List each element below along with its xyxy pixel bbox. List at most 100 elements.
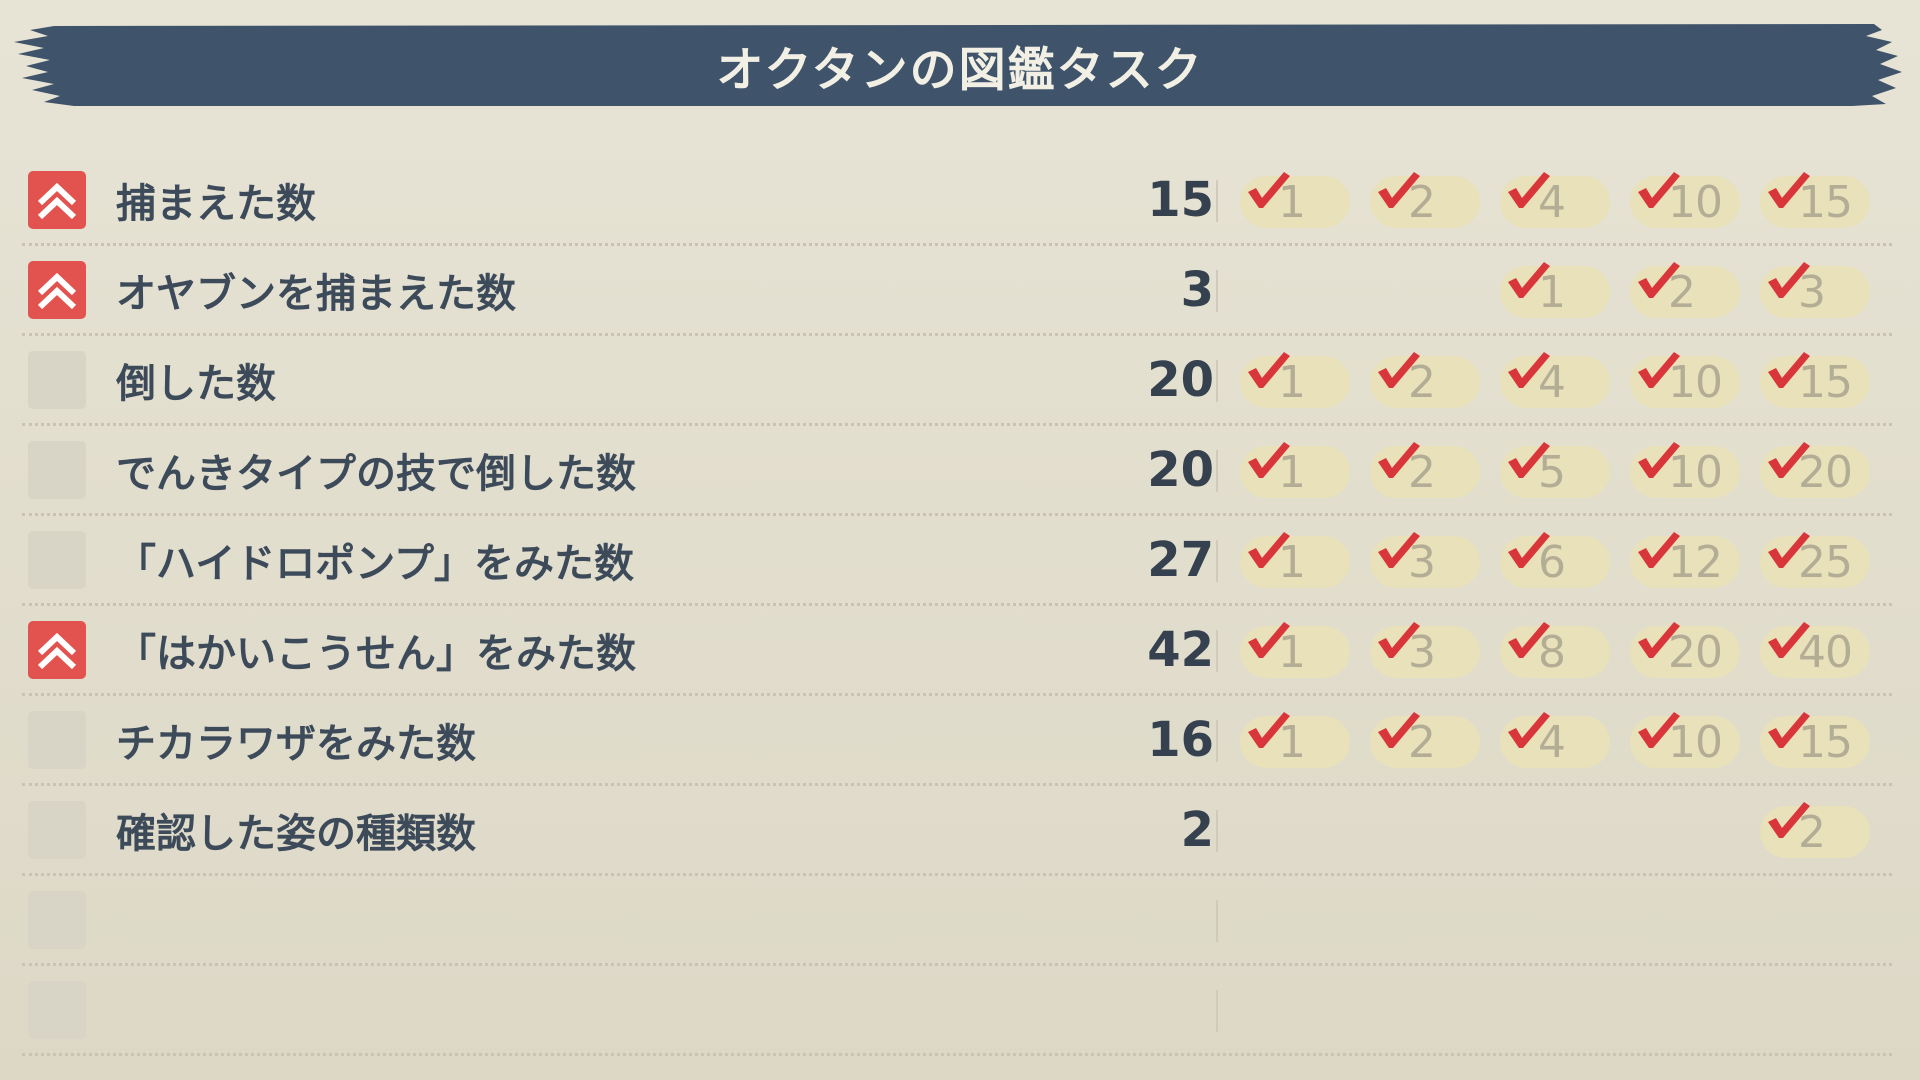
milestone-pill: 25 — [1760, 532, 1870, 588]
task-row[interactable]: 捕まえた数 15 1 2 4 10 15 — [22, 156, 1892, 246]
milestone-pill: 2 — [1370, 352, 1480, 408]
milestone-pill: 40 — [1760, 622, 1870, 678]
task-row[interactable]: でんきタイプの技で倒した数 20 1 2 5 10 20 — [22, 426, 1892, 516]
milestone-track: 2 — [1240, 786, 1892, 873]
task-label: 倒した数 — [116, 360, 276, 407]
task-count: 2 — [1180, 801, 1214, 858]
milestone-pill: 3 — [1370, 532, 1480, 588]
milestone-pill: 3 — [1760, 262, 1870, 318]
task-count: 15 — [1147, 171, 1214, 228]
milestone-track: 1 2 4 10 15 — [1240, 336, 1892, 423]
milestone-pill: 1 — [1240, 352, 1350, 408]
milestone-value: 25 — [1798, 536, 1853, 588]
milestone-value: 2 — [1798, 806, 1826, 858]
milestone-pill: 10 — [1630, 712, 1740, 768]
milestone-pill: 1 — [1240, 712, 1350, 768]
milestone-pill: 10 — [1630, 442, 1740, 498]
task-count — [982, 966, 1214, 1053]
milestone-track: 1 2 4 10 15 — [1240, 696, 1892, 783]
milestone-value: 1 — [1278, 716, 1306, 768]
milestone-value: 15 — [1798, 356, 1853, 408]
milestone-value: 2 — [1668, 266, 1696, 318]
milestone-value: 2 — [1408, 176, 1436, 228]
milestone-pill: 3 — [1370, 622, 1480, 678]
milestone-value: 3 — [1408, 626, 1436, 678]
milestone-value: 1 — [1278, 626, 1306, 678]
empty-badge — [28, 981, 86, 1039]
milestone-pill: 6 — [1500, 532, 1610, 588]
milestone-pill: 15 — [1760, 712, 1870, 768]
milestone-pill: 2 — [1370, 172, 1480, 228]
milestone-track: 1 2 5 10 20 — [1240, 426, 1892, 513]
task-row[interactable]: オヤブンを捕まえた数 3 1 2 3 — [22, 246, 1892, 336]
milestone-value: 4 — [1538, 716, 1566, 768]
task-count: 16 — [1147, 711, 1214, 768]
milestone-value: 1 — [1278, 446, 1306, 498]
milestone-pill: 15 — [1760, 352, 1870, 408]
milestone-value: 2 — [1408, 446, 1436, 498]
task-row[interactable]: チカラワザをみた数 16 1 2 4 10 15 — [22, 696, 1892, 786]
milestone-pill: 2 — [1370, 442, 1480, 498]
research-boost-badge — [28, 711, 86, 769]
milestone-track: 1 2 3 — [1240, 246, 1892, 333]
task-label: チカラワザをみた数 — [116, 720, 476, 767]
milestone-value: 1 — [1538, 266, 1566, 318]
milestone-value: 12 — [1668, 536, 1723, 588]
page-title: オクタンの図鑑タスク — [716, 42, 1204, 98]
task-row-empty — [22, 966, 1892, 1056]
milestone-value: 40 — [1798, 626, 1853, 678]
task-label: オヤブンを捕まえた数 — [116, 270, 516, 317]
divider — [1216, 810, 1218, 852]
milestone-pill: 2 — [1630, 262, 1740, 318]
task-label: 確認した姿の種類数 — [116, 810, 476, 857]
task-label: 「はかいこうせん」をみた数 — [116, 630, 636, 677]
task-row[interactable]: 「ハイドロポンプ」をみた数 27 1 3 6 12 25 — [22, 516, 1892, 606]
milestone-pill: 15 — [1760, 172, 1870, 228]
milestone-pill: 2 — [1370, 712, 1480, 768]
double-chevron-up-icon — [37, 182, 77, 220]
divider — [1216, 450, 1218, 492]
milestone-pill: 12 — [1630, 532, 1740, 588]
milestone-value: 20 — [1798, 446, 1853, 498]
task-label: 捕まえた数 — [116, 180, 316, 227]
research-boost-icon — [28, 171, 86, 229]
milestone-pill: 20 — [1630, 622, 1740, 678]
milestone-pill: 20 — [1760, 442, 1870, 498]
milestone-value: 20 — [1668, 626, 1723, 678]
task-row[interactable]: 確認した姿の種類数 2 2 — [22, 786, 1892, 876]
milestone-pill: 1 — [1240, 622, 1350, 678]
milestone-track — [1240, 876, 1892, 963]
milestone-value: 3 — [1798, 266, 1826, 318]
research-boost-badge — [28, 531, 86, 589]
milestone-track: 1 2 4 10 15 — [1240, 156, 1892, 243]
empty-badge — [28, 891, 86, 949]
double-chevron-up-icon — [37, 272, 77, 310]
research-boost-icon — [28, 621, 86, 679]
divider — [1216, 900, 1218, 942]
milestone-value: 5 — [1538, 446, 1566, 498]
milestone-pill: 10 — [1630, 172, 1740, 228]
milestone-pill: 5 — [1500, 442, 1610, 498]
milestone-pill: 2 — [1760, 802, 1870, 858]
task-count — [982, 876, 1214, 963]
milestone-value: 3 — [1408, 536, 1436, 588]
milestone-pill: 1 — [1500, 262, 1610, 318]
double-chevron-up-icon — [37, 632, 77, 670]
task-count: 42 — [1147, 621, 1214, 678]
milestone-pill: 1 — [1240, 442, 1350, 498]
research-boost-icon — [28, 261, 86, 319]
milestone-value: 2 — [1408, 356, 1436, 408]
milestone-value: 10 — [1668, 446, 1723, 498]
milestone-value: 1 — [1278, 536, 1306, 588]
task-count: 27 — [1147, 531, 1214, 588]
milestone-value: 15 — [1798, 716, 1853, 768]
divider — [1216, 630, 1218, 672]
task-row[interactable]: 倒した数 20 1 2 4 10 15 — [22, 336, 1892, 426]
milestone-pill: 1 — [1240, 532, 1350, 588]
milestone-value: 2 — [1408, 716, 1436, 768]
milestone-value: 1 — [1278, 356, 1306, 408]
task-count: 3 — [1180, 261, 1214, 318]
milestone-pill: 4 — [1500, 172, 1610, 228]
task-row[interactable]: 「はかいこうせん」をみた数 42 1 3 8 20 40 — [22, 606, 1892, 696]
research-boost-badge — [28, 351, 86, 409]
